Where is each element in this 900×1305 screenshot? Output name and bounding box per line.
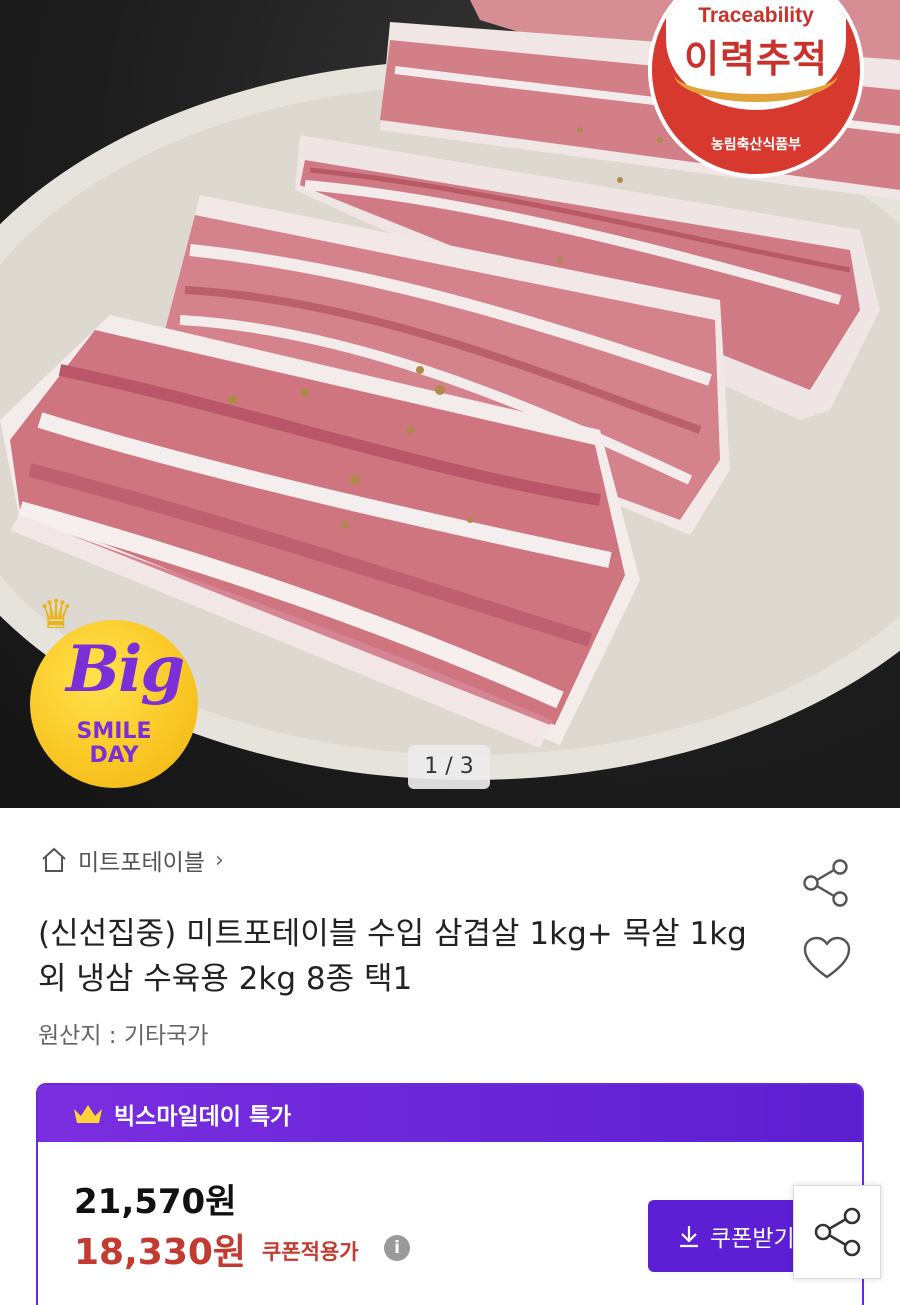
product-title: (신선집중) 미트포테이블 수입 삼겹살 1kg+ 목살 1kg 외 냉삼 수육… (38, 916, 747, 997)
share-icon (814, 1207, 861, 1257)
big-smile-day-badge: ♛ Big SMILE DAY (30, 592, 198, 788)
store-link[interactable]: 미트포테이블 › (40, 843, 224, 877)
image-counter: 1 / 3 (408, 745, 490, 789)
big-smile-day-badge-smile: SMILE (76, 719, 152, 744)
home-icon (42, 847, 66, 872)
download-icon (680, 1226, 698, 1248)
coupon-price-label: 쿠폰적용가 (262, 1240, 359, 1264)
deal-label: 빅스마일데이 특가 (114, 1103, 292, 1130)
share-icon[interactable] (800, 858, 852, 908)
big-smile-day-badge-big: Big (66, 632, 185, 707)
deal-header: 빅스마일데이 특가 (38, 1085, 862, 1142)
traceability-badge-english: Traceability (698, 4, 814, 27)
origin-info: 원산지 : 기타국가 (38, 1023, 209, 1049)
traceability-badge-swoosh (674, 74, 838, 102)
traceability-badge-ministry: 농림축산식품부 (710, 137, 802, 153)
deal-box: 빅스마일데이 특가 21,570원 18,330원 쿠폰적용가 i 쿠폰받기 (36, 1083, 864, 1305)
original-price: 21,570원 (74, 1182, 237, 1222)
chevron-right-icon: › (214, 847, 224, 873)
heart-icon[interactable] (802, 935, 852, 981)
crown-icon (74, 1104, 102, 1123)
sale-price: 18,330원 (74, 1232, 247, 1273)
product-image-carousel[interactable]: Traceability 이력추적 농림축산식품부 ♛ Big SMILE DA… (0, 0, 900, 808)
info-icon[interactable]: i (384, 1235, 410, 1261)
floating-share-button[interactable] (793, 1185, 881, 1279)
big-smile-day-badge-day: DAY (89, 743, 139, 768)
coupon-download-label: 쿠폰받기 (710, 1226, 795, 1252)
store-name: 미트포테이블 (78, 850, 205, 876)
big-smile-day-badge-text: SMILE DAY (30, 720, 198, 768)
traceability-badge: Traceability 이력추적 농림축산식품부 (648, 0, 864, 178)
